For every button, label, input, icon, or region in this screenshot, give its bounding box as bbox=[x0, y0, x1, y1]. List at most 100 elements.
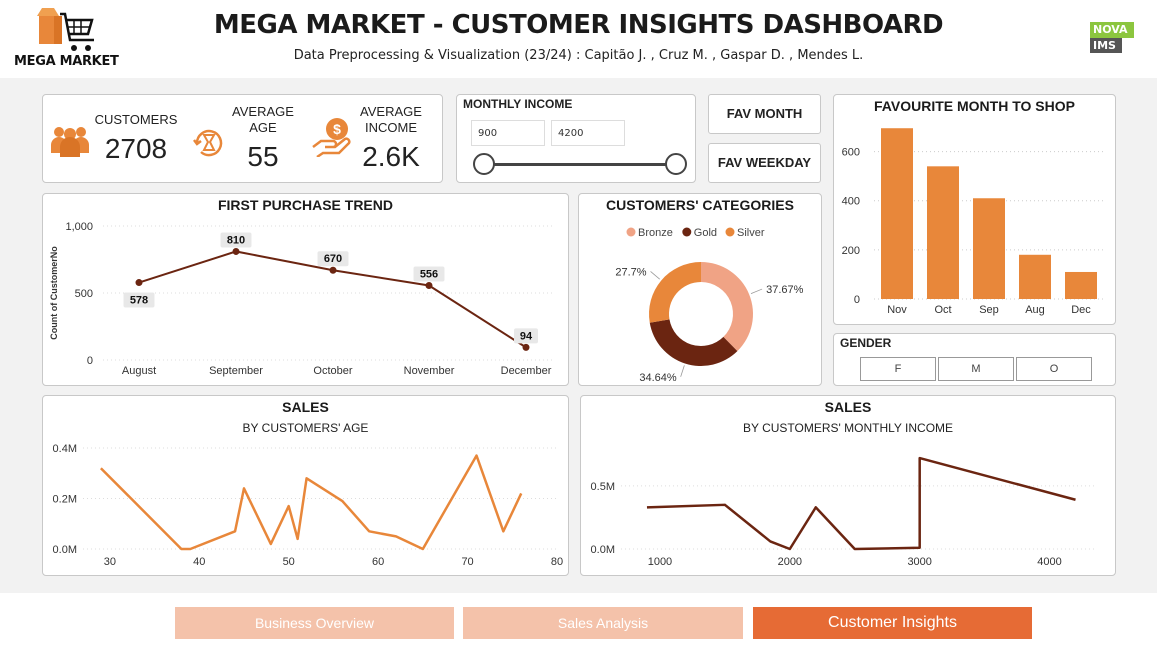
svg-text:$: $ bbox=[333, 121, 341, 137]
sales-age-card: SALES BY CUSTOMERS' AGE 0.0M 0.2M 0.4M 30 40… bbox=[42, 395, 569, 576]
x-tick-label: 50 bbox=[283, 556, 295, 568]
legend-label: Silver bbox=[737, 227, 765, 239]
age-label-line2: AGE bbox=[249, 120, 277, 135]
x-tick-label: 30 bbox=[104, 556, 116, 568]
data-label: 27.7% bbox=[615, 266, 646, 278]
sales-income-chart: 0.0M 0.5M 1000 2000 3000 4000 bbox=[591, 456, 1095, 568]
y-tick-label: 200 bbox=[842, 245, 860, 257]
gender-option-f[interactable]: F bbox=[860, 357, 936, 381]
sales-age-chart: 0.0M 0.2M 0.4M 30 40 50 60 70 80 bbox=[53, 443, 564, 568]
x-tick-label: December bbox=[501, 365, 552, 377]
y-tick-label: 0.2M bbox=[53, 494, 77, 506]
x-tick-label: Dec bbox=[1071, 304, 1091, 316]
fav-month-chart: 0 200 400 600 Nov Oct Sep Aug Dec bbox=[842, 128, 1104, 316]
x-tick-label: Sep bbox=[979, 304, 999, 316]
data-label: 670 bbox=[324, 253, 342, 265]
y-axis-title: Count of CustomerNo bbox=[49, 246, 59, 340]
leader-line bbox=[650, 271, 660, 280]
data-label: 37.67% bbox=[766, 284, 804, 296]
x-tick-label: November bbox=[404, 365, 455, 377]
income-min-input[interactable]: 900 bbox=[471, 120, 545, 146]
money-hand-icon: $ bbox=[312, 118, 351, 157]
first-purchase-card: FIRST PURCHASE TREND 0 500 1,000 Count of C… bbox=[42, 193, 569, 386]
y-tick-label: 0.4M bbox=[53, 443, 77, 455]
data-label: 34.64% bbox=[639, 372, 677, 384]
sales-income-subtitle: BY CUSTOMERS' MONTHLY INCOME bbox=[742, 421, 954, 435]
gender-option-m[interactable]: M bbox=[938, 357, 1014, 381]
data-label: 94 bbox=[520, 330, 533, 342]
legend-marker bbox=[725, 227, 735, 237]
categories-card: CUSTOMERS' CATEGORIES Bronze Gold Silver 37… bbox=[578, 193, 822, 386]
x-tick-label: 1000 bbox=[648, 556, 672, 568]
income-max-input[interactable]: 4200 bbox=[551, 120, 625, 146]
income-label-line2: INCOME bbox=[365, 120, 417, 135]
nova-badge: NOVA bbox=[1090, 22, 1134, 38]
page-title: MEGA MARKET - CUSTOMER INSIGHTS DASHBOAR… bbox=[213, 10, 944, 40]
first-purchase-title: FIRST PURCHASE TREND bbox=[217, 197, 393, 213]
nav-business-overview[interactable]: Business Overview bbox=[175, 607, 454, 639]
series-line bbox=[100, 454, 523, 551]
first-purchase-chart: 0 500 1,000 Count of CustomerNo 578 August 810… bbox=[49, 221, 553, 377]
gender-options: F M O bbox=[860, 357, 1092, 381]
data-point bbox=[329, 266, 337, 274]
gender-option-o[interactable]: O bbox=[1016, 357, 1092, 381]
nav-sales-analysis[interactable]: Sales Analysis bbox=[463, 607, 743, 639]
bar bbox=[881, 128, 913, 299]
legend-label: Gold bbox=[694, 227, 717, 239]
legend-marker bbox=[626, 227, 636, 237]
x-tick-label: 80 bbox=[551, 556, 563, 568]
categories-title: CUSTOMERS' CATEGORIES bbox=[606, 197, 794, 213]
sales-age-title: SALES bbox=[282, 399, 329, 415]
y-tick-label: 0 bbox=[87, 355, 93, 367]
y-tick-label: 0.5M bbox=[591, 481, 615, 493]
x-tick-label: Aug bbox=[1025, 304, 1045, 316]
data-label: 578 bbox=[130, 295, 148, 307]
x-tick-label: Nov bbox=[887, 304, 907, 316]
customers-label: CUSTOMERS bbox=[94, 112, 178, 127]
data-point bbox=[425, 281, 433, 289]
age-value: 55 bbox=[247, 141, 279, 172]
leader-line bbox=[680, 365, 685, 377]
fav-weekday-button[interactable]: FAV WEEKDAY bbox=[708, 143, 821, 183]
x-tick-label: 70 bbox=[461, 556, 473, 568]
y-tick-label: 400 bbox=[842, 196, 860, 208]
sales-age-subtitle: BY CUSTOMERS' AGE bbox=[242, 421, 369, 435]
y-tick-label: 500 bbox=[75, 288, 93, 300]
nova-ims-logo: NOVA IMS bbox=[1090, 22, 1134, 54]
y-tick-label: 600 bbox=[842, 147, 860, 159]
donut-slice bbox=[649, 319, 738, 366]
y-tick-label: 0.0M bbox=[53, 544, 77, 556]
hourglass-icon bbox=[193, 129, 223, 157]
legend-label: Bronze bbox=[638, 227, 673, 239]
data-label: 810 bbox=[227, 234, 245, 246]
fav-month-button[interactable]: FAV MONTH bbox=[708, 94, 821, 134]
fav-month-chart-title: FAVOURITE MONTH TO SHOP bbox=[874, 98, 1075, 114]
sales-income-title: SALES bbox=[824, 399, 872, 415]
data-point bbox=[522, 343, 530, 351]
slider-max-handle[interactable] bbox=[665, 153, 687, 175]
data-point bbox=[232, 247, 240, 255]
donut-slice bbox=[701, 262, 753, 352]
age-label: AVERAGE AGE bbox=[223, 104, 303, 136]
leader-line bbox=[750, 288, 763, 294]
ims-badge: IMS bbox=[1090, 38, 1122, 53]
categories-donut-chart: Bronze Gold Silver 37.67% 34.64% 27.7% bbox=[615, 227, 804, 384]
income-label-line1: AVERAGE bbox=[360, 104, 422, 119]
kpi-card: CUSTOMERS 2708 AVERAGE AGE 55 $ AVERAGE … bbox=[42, 94, 443, 183]
gender-title: GENDER bbox=[840, 336, 892, 350]
y-tick-label: 1,000 bbox=[65, 221, 93, 233]
x-tick-label: Oct bbox=[934, 304, 951, 316]
x-tick-label: September bbox=[209, 365, 263, 377]
sales-income-card: SALES BY CUSTOMERS' MONTHLY INCOME 0.0M 0… bbox=[580, 395, 1116, 576]
nav-customer-insights[interactable]: Customer Insights bbox=[753, 607, 1032, 639]
bar bbox=[973, 198, 1005, 299]
x-tick-label: 60 bbox=[372, 556, 384, 568]
income-value: 2.6K bbox=[362, 141, 420, 172]
header: MEGA MARKET MEGA MARKET - CUSTOMER INSIG… bbox=[0, 0, 1157, 78]
data-point bbox=[135, 279, 143, 287]
legend-marker bbox=[682, 227, 692, 237]
slider-track[interactable] bbox=[483, 163, 675, 166]
slider-min-handle[interactable] bbox=[473, 153, 495, 175]
bar bbox=[1019, 254, 1051, 299]
slicer-title: MONTHLY INCOME bbox=[463, 97, 573, 111]
